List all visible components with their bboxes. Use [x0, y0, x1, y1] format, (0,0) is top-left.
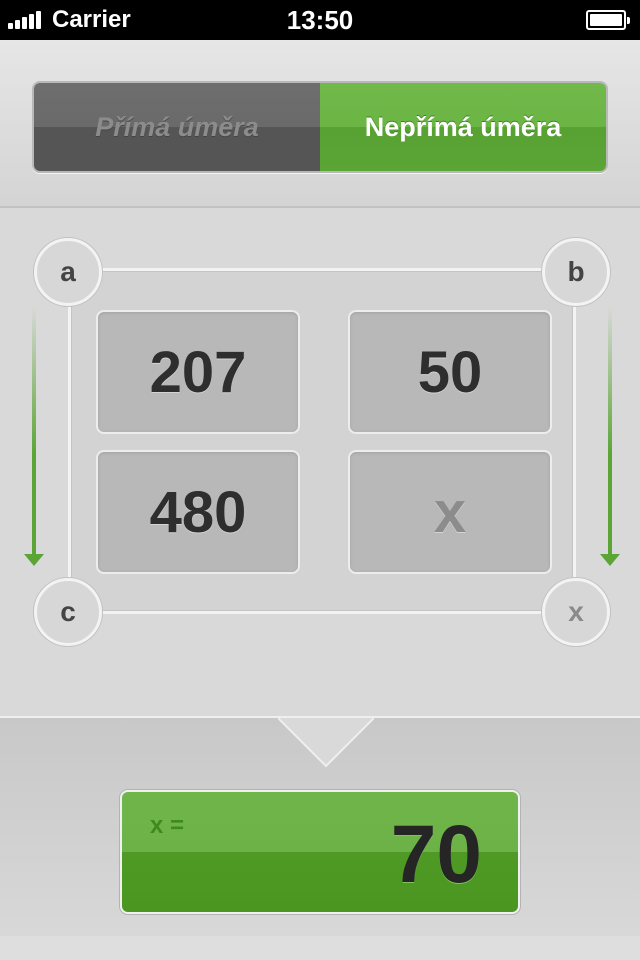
corner-label-a: a: [34, 238, 102, 306]
bottom-strip: [0, 936, 640, 960]
unknown-x-field: x: [348, 450, 552, 574]
result-display: x = 70: [120, 790, 520, 914]
left-down-arrow-icon: [24, 306, 44, 568]
inverse-proportion-segment[interactable]: Nepřímá úměra: [320, 83, 606, 171]
value-c-field[interactable]: 480: [96, 450, 300, 574]
corner-label-c: c: [34, 578, 102, 646]
mode-segmented-control: Přímá úměra Nepřímá úměra: [32, 81, 608, 173]
value-a-field[interactable]: 207: [96, 310, 300, 434]
direct-proportion-segment[interactable]: Přímá úměra: [34, 83, 320, 171]
result-value: 70: [390, 809, 482, 900]
pointer-notch: [278, 718, 374, 768]
value-b-field[interactable]: 50: [348, 310, 552, 434]
corner-label-x: x: [542, 578, 610, 646]
mode-section: Přímá úměra Nepřímá úměra: [0, 40, 640, 208]
corner-label-b: b: [542, 238, 610, 306]
result-label: x =: [150, 812, 185, 839]
result-section: x = 70: [0, 716, 640, 936]
status-time: 13:50: [286, 5, 354, 35]
right-down-arrow-icon: [600, 306, 620, 568]
status-bar: Carrier 13:50: [0, 0, 640, 40]
battery-icon: [586, 10, 630, 30]
proportion-panel: a b c x 207 50 480 x: [0, 210, 640, 716]
